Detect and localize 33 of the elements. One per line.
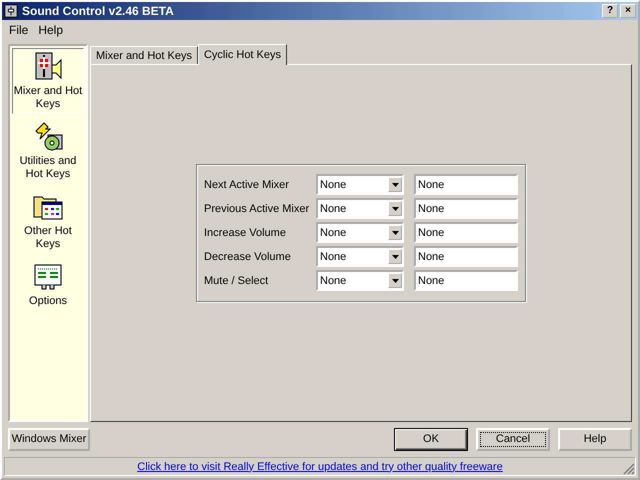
sidebar-item[interactable]: Utilities and Hot Keys [12, 118, 84, 184]
modifier-dropdown[interactable]: None [316, 174, 404, 195]
sidebar-item[interactable]: Other Hot Keys [12, 188, 84, 254]
key-field[interactable]: None [414, 222, 518, 243]
window-title: Sound Control v2.46 BETA [22, 4, 174, 18]
hotkey-label: Increase Volume [204, 226, 287, 238]
dialog-button[interactable]: OK [394, 428, 468, 450]
tab[interactable]: Mixer and Hot Keys [90, 46, 198, 64]
tab[interactable]: Cyclic Hot Keys [198, 44, 288, 65]
resize-grip-icon[interactable] [623, 463, 635, 475]
menu-item[interactable]: Help [35, 23, 66, 37]
hotkey-label: Decrease Volume [204, 250, 292, 262]
menu-item[interactable]: File [6, 23, 32, 37]
hotkey-label: Previous Active Mixer [204, 202, 310, 214]
help-button[interactable]: ? [602, 4, 618, 18]
modifier-dropdown[interactable]: None [316, 222, 404, 243]
modifier-dropdown[interactable]: None [316, 246, 404, 267]
sidebar-item[interactable]: Options [12, 258, 84, 311]
close-button[interactable]: × [620, 4, 636, 18]
hotkey-label: Next Active Mixer [204, 178, 290, 190]
key-field[interactable]: None [414, 246, 518, 267]
dialog-button[interactable]: Help [558, 428, 632, 450]
windows-mixer-button[interactable]: Windows Mixer [8, 428, 90, 450]
sidebar-item[interactable]: Mixer and Hot Keys [12, 48, 84, 114]
hotkey-label: Mute / Select [204, 274, 270, 286]
key-field[interactable]: None [414, 270, 518, 291]
website-link[interactable]: Click here to visit Really Effective for updates and try other quality freeware [137, 460, 503, 472]
slider-icon [4, 4, 18, 18]
modifier-dropdown[interactable]: None [316, 198, 404, 219]
key-field[interactable]: None [414, 198, 518, 219]
dialog-button[interactable]: Cancel [476, 428, 550, 450]
key-field[interactable]: None [414, 174, 518, 195]
modifier-dropdown[interactable]: None [316, 270, 404, 291]
